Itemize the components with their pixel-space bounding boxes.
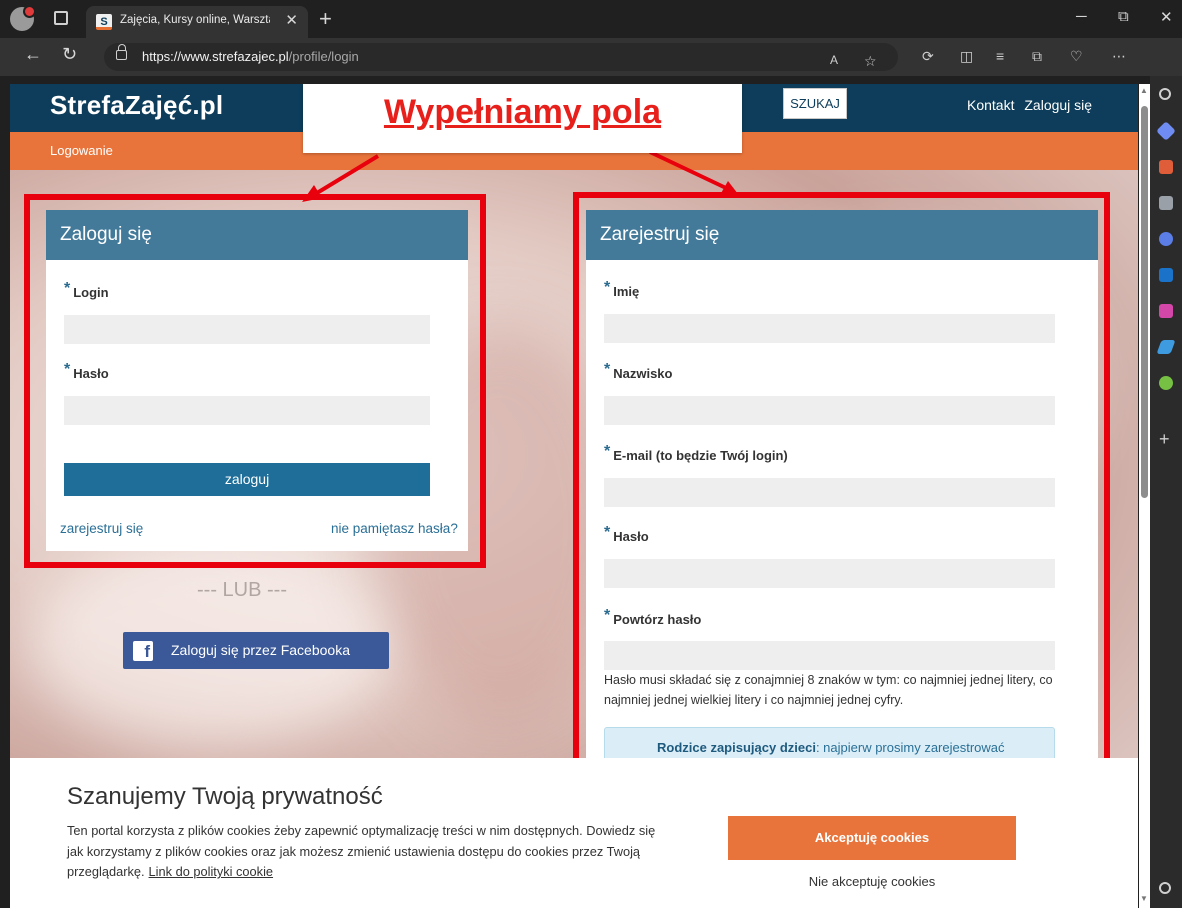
reject-cookies-link[interactable]: Nie akceptuję cookies xyxy=(728,874,1016,889)
performance-icon[interactable]: ♡ xyxy=(1070,48,1083,65)
site-favicon-icon: S xyxy=(96,14,112,30)
sidebar-games-icon[interactable] xyxy=(1159,196,1173,210)
new-tab-button[interactable]: + xyxy=(319,6,332,32)
back-icon[interactable]: ← xyxy=(24,44,42,65)
sidebar-shopping-icon[interactable] xyxy=(1156,121,1176,141)
more-options-icon[interactable]: ⋯ xyxy=(1112,48,1126,65)
browser-tab-bar: S Zajęcia, Kursy online, Warsztaty, K ✕ … xyxy=(0,0,1182,38)
sidebar-tools-icon[interactable] xyxy=(1159,160,1173,174)
or-separator: --- LUB --- xyxy=(197,579,287,601)
tab-close-icon[interactable]: ✕ xyxy=(285,11,298,29)
cookie-text: Ten portal korzysta z plików cookies żeb… xyxy=(67,823,656,879)
collections-icon[interactable]: ⧉ xyxy=(1032,48,1042,65)
tab-title: Zajęcia, Kursy online, Warsztaty, K xyxy=(120,14,270,26)
scroll-down-icon[interactable]: ▼ xyxy=(1140,894,1148,903)
split-screen-icon[interactable]: ◫ xyxy=(960,48,973,65)
cookie-banner: Szanujemy Twoją prywatność Ten portal ko… xyxy=(10,758,1138,908)
restore-button[interactable]: ⧉ xyxy=(1118,8,1129,25)
scroll-thumb[interactable] xyxy=(1141,106,1148,498)
sidebar-settings-icon[interactable] xyxy=(1159,882,1171,894)
sidebar-outlook-icon[interactable] xyxy=(1159,268,1173,282)
facebook-login-label: Zaloguj się przez Facebooka xyxy=(171,642,350,658)
extensions-icon[interactable]: ⟳ xyxy=(922,48,934,65)
sidebar-send-icon[interactable] xyxy=(1156,340,1176,354)
sidebar-search-icon[interactable] xyxy=(1159,88,1171,100)
accept-cookies-button[interactable]: Akceptuję cookies xyxy=(728,816,1016,860)
sidebar-designer-icon[interactable] xyxy=(1159,304,1173,318)
close-window-button[interactable]: ✕ xyxy=(1160,8,1173,26)
cookie-policy-link[interactable]: Link do polityki cookie xyxy=(149,864,273,879)
annotation-callout: Wypełniamy pola xyxy=(303,84,742,153)
read-aloud-icon[interactable]: A xyxy=(830,53,838,67)
url-text: https://www.strefazajec.pl/profile/login xyxy=(142,49,359,64)
browser-tab[interactable]: S Zajęcia, Kursy online, Warsztaty, K ✕ xyxy=(86,6,308,38)
sidebar-add-icon[interactable]: + xyxy=(1159,430,1173,448)
reload-icon[interactable]: ↻ xyxy=(62,44,77,65)
sidebar-copilot-icon[interactable] xyxy=(1159,232,1173,246)
favorite-star-icon[interactable]: ☆ xyxy=(864,53,877,70)
facebook-login-button[interactable]: f Zaloguj się przez Facebooka xyxy=(123,632,389,669)
page-scrollbar[interactable]: ▲ ▼ xyxy=(1139,84,1150,908)
page-viewport: StrefaZajęć.pl SZUKAJ Kontakt Zaloguj si… xyxy=(10,84,1138,908)
profile-avatar-icon[interactable] xyxy=(10,5,36,31)
browser-address-bar: ← ↻ https://www.strefazajec.pl/profile/l… xyxy=(0,38,1182,76)
browser-sidebar: + xyxy=(1150,76,1182,908)
favorites-icon[interactable]: ≡ xyxy=(996,48,1004,64)
cookie-title: Szanujemy Twoją prywatność xyxy=(67,783,383,810)
sidebar-drop-icon[interactable] xyxy=(1159,376,1173,390)
lock-icon[interactable] xyxy=(116,44,127,60)
tab-actions-icon[interactable] xyxy=(54,11,68,25)
scroll-up-icon[interactable]: ▲ xyxy=(1140,86,1148,95)
url-field[interactable]: https://www.strefazajec.pl/profile/login… xyxy=(104,43,898,71)
minimize-button[interactable]: ─ xyxy=(1076,8,1087,25)
annotation-callout-text: Wypełniamy pola xyxy=(383,93,662,131)
facebook-icon: f xyxy=(133,641,153,661)
